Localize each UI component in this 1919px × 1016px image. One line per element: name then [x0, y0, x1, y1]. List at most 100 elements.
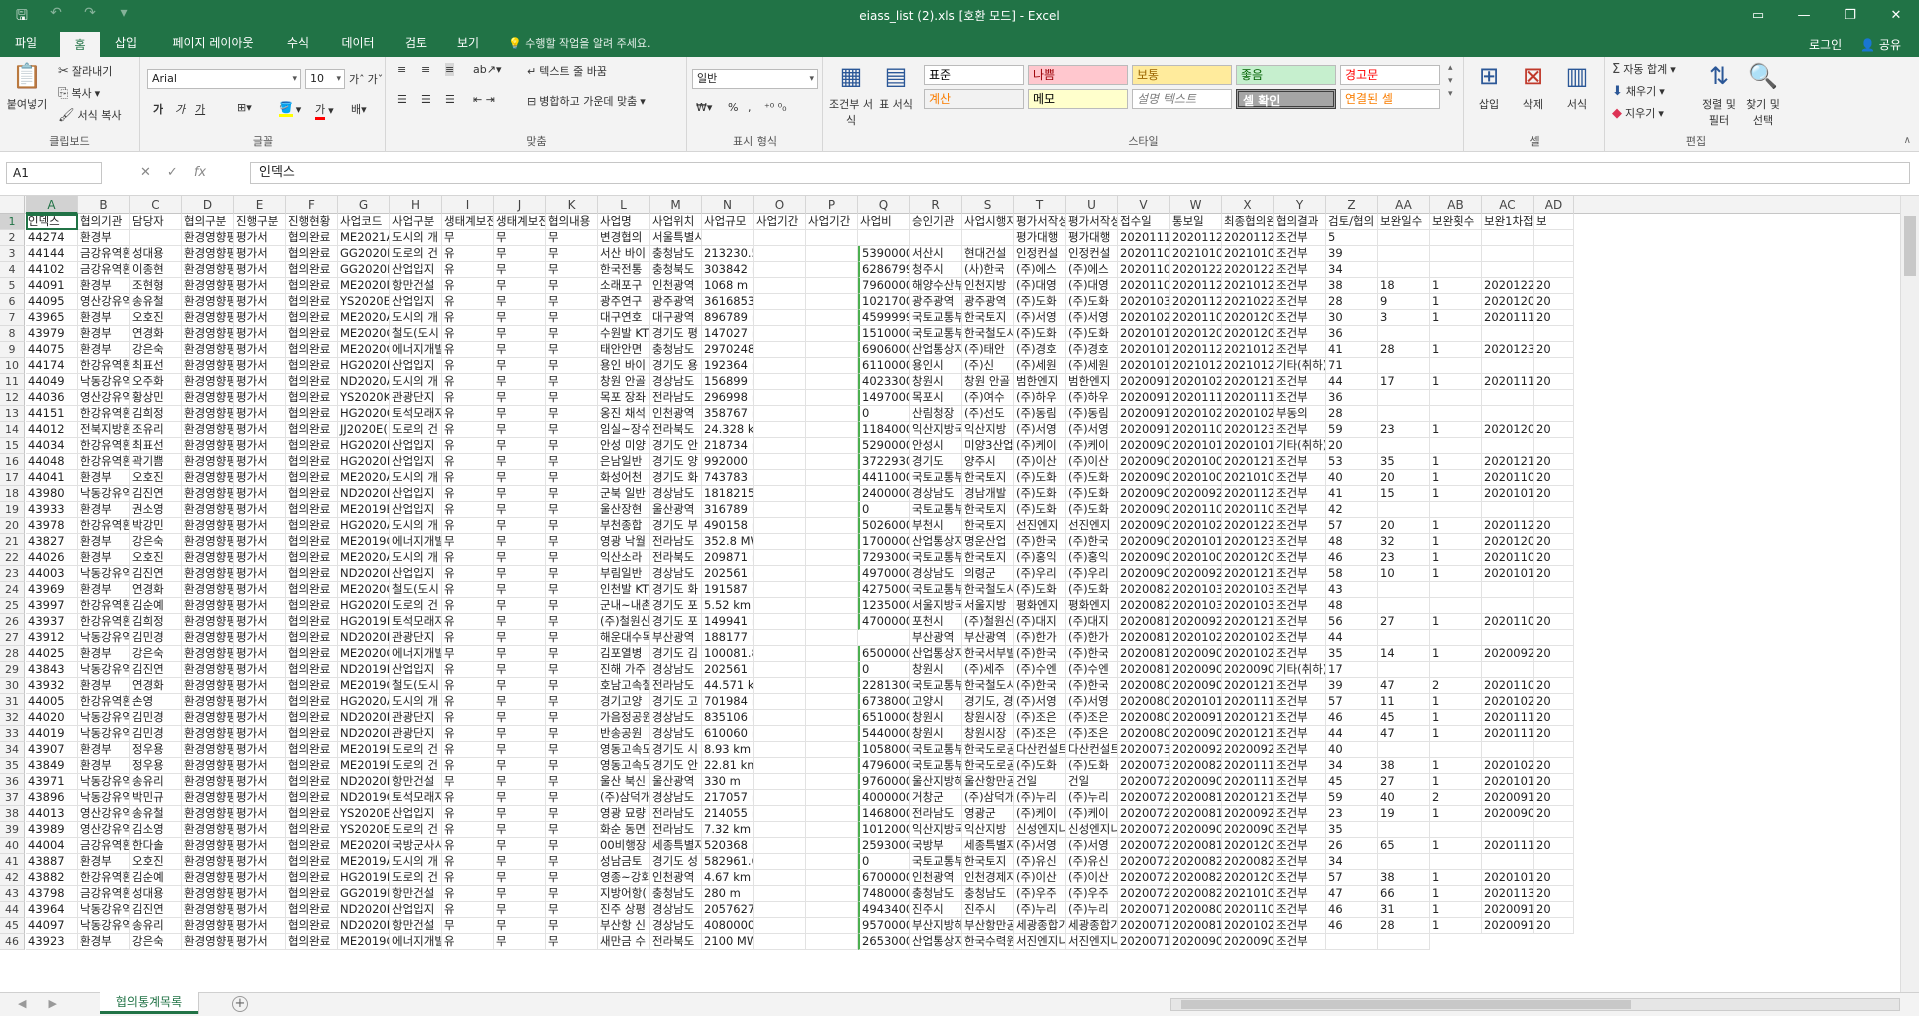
- cell[interactable]: 20: [1534, 534, 1574, 550]
- cell[interactable]: ME2020P(: [338, 838, 390, 854]
- cell[interactable]: 조건부: [1274, 870, 1326, 886]
- cell[interactable]: 20201012: [1222, 438, 1274, 454]
- cell[interactable]: 43965: [26, 310, 78, 326]
- cell[interactable]: 도로의 건: [390, 598, 442, 614]
- cell[interactable]: ME2020A(: [338, 310, 390, 326]
- cell[interactable]: [806, 758, 858, 774]
- decimal-buttons[interactable]: ⁺⁰ ⁰₀: [764, 101, 787, 114]
- cell[interactable]: 무: [494, 726, 546, 742]
- cell[interactable]: 무: [494, 870, 546, 886]
- cell[interactable]: 43907: [26, 742, 78, 758]
- cell[interactable]: 평가대행: [1014, 230, 1066, 246]
- cell[interactable]: [806, 646, 858, 662]
- column-header-m[interactable]: M: [650, 196, 702, 214]
- cell[interactable]: 금강유역환: [78, 886, 130, 902]
- cell[interactable]: 무: [442, 534, 494, 550]
- cell[interactable]: 경기도 부: [650, 518, 702, 534]
- cell[interactable]: 기타(취하): [1274, 438, 1326, 454]
- cell[interactable]: 43912: [26, 630, 78, 646]
- cell[interactable]: 무: [494, 262, 546, 278]
- enter-icon[interactable]: ✓: [167, 165, 178, 180]
- cell[interactable]: 44026: [26, 550, 78, 566]
- cell[interactable]: 무: [546, 502, 598, 518]
- cell[interactable]: 65: [1378, 838, 1430, 854]
- cell[interactable]: 무: [546, 758, 598, 774]
- cell[interactable]: 1: [1430, 870, 1482, 886]
- cell[interactable]: 유: [442, 438, 494, 454]
- cell[interactable]: 인정컨설: [1066, 246, 1118, 262]
- column-header-q[interactable]: Q: [858, 196, 910, 214]
- cell[interactable]: (주)조은: [1014, 710, 1066, 726]
- cell[interactable]: 보완일수: [1378, 214, 1430, 230]
- cell[interactable]: 환경영향평: [182, 342, 234, 358]
- cell[interactable]: 1: [1430, 806, 1482, 822]
- cell[interactable]: 20: [1378, 518, 1430, 534]
- cell[interactable]: [754, 566, 806, 582]
- cell[interactable]: 에너지개발: [390, 934, 442, 950]
- cell[interactable]: 무: [546, 358, 598, 374]
- cell[interactable]: 경상남도: [650, 918, 702, 934]
- cell[interactable]: 충청남도: [910, 886, 962, 902]
- cell[interactable]: 유: [442, 310, 494, 326]
- cell[interactable]: 유: [442, 886, 494, 902]
- cell[interactable]: 1: [1430, 550, 1482, 566]
- cell[interactable]: 20201030: [1170, 582, 1222, 598]
- cell[interactable]: 0: [858, 662, 910, 678]
- cell[interactable]: (주)대지: [1014, 614, 1066, 630]
- cell[interactable]: [1534, 742, 1574, 758]
- cell[interactable]: 20: [1534, 678, 1574, 694]
- cell[interactable]: 평가서: [234, 422, 286, 438]
- cell[interactable]: 조건부: [1274, 630, 1326, 646]
- cell[interactable]: 44048: [26, 454, 78, 470]
- cell[interactable]: 497000000: [858, 566, 910, 582]
- cell[interactable]: ME2019A(: [338, 854, 390, 870]
- cell[interactable]: 환경영향평: [182, 566, 234, 582]
- cell[interactable]: 15: [1378, 486, 1430, 502]
- cell[interactable]: 진행구분: [234, 214, 286, 230]
- cell[interactable]: 협의완료: [286, 678, 338, 694]
- cell[interactable]: 1: [1430, 294, 1482, 310]
- column-header-e[interactable]: E: [234, 196, 286, 214]
- cell[interactable]: 무: [546, 422, 598, 438]
- cell[interactable]: 경기도 안: [650, 438, 702, 454]
- cell[interactable]: [702, 230, 754, 246]
- cell[interactable]: 20200911: [1170, 710, 1222, 726]
- middle-align-button[interactable]: ≡: [421, 63, 430, 76]
- cell[interactable]: GG2020E(: [338, 246, 390, 262]
- cell[interactable]: 20201207: [1170, 326, 1222, 342]
- row-header[interactable]: 43: [0, 886, 25, 902]
- cell[interactable]: 환경영향평: [182, 246, 234, 262]
- cell[interactable]: [754, 598, 806, 614]
- cell[interactable]: 43964: [26, 902, 78, 918]
- cell[interactable]: 조건부: [1274, 806, 1326, 822]
- cell[interactable]: 20200902: [1118, 550, 1170, 566]
- cell[interactable]: 한국도로공: [962, 758, 1014, 774]
- row-header[interactable]: 18: [0, 486, 25, 502]
- cell[interactable]: 544000000: [858, 726, 910, 742]
- cell[interactable]: 유: [442, 246, 494, 262]
- cell[interactable]: 충청남도: [650, 342, 702, 358]
- cell[interactable]: 20: [1534, 886, 1574, 902]
- cell[interactable]: 무: [546, 438, 598, 454]
- cell[interactable]: 부산항만공: [962, 918, 1014, 934]
- cell[interactable]: 오호진: [130, 854, 182, 870]
- cell[interactable]: 협의완료: [286, 726, 338, 742]
- cell[interactable]: [754, 902, 806, 918]
- cell[interactable]: 1: [1430, 918, 1482, 934]
- cell[interactable]: [754, 534, 806, 550]
- cell[interactable]: 협의완료: [286, 614, 338, 630]
- cell[interactable]: 김포열병: [598, 646, 650, 662]
- cell[interactable]: 부산광역: [910, 630, 962, 646]
- cell[interactable]: 무: [494, 374, 546, 390]
- cell[interactable]: 평가서: [234, 934, 286, 950]
- cell[interactable]: 48: [1326, 534, 1378, 550]
- cell[interactable]: 11: [1378, 694, 1430, 710]
- cell[interactable]: 20200804: [1118, 694, 1170, 710]
- cell[interactable]: 도로의 건: [390, 758, 442, 774]
- cell[interactable]: 20201208: [1482, 422, 1534, 438]
- cell[interactable]: 국토교통부: [910, 854, 962, 870]
- cell[interactable]: 무: [546, 470, 598, 486]
- cell[interactable]: 20201030: [1222, 598, 1274, 614]
- cell[interactable]: GG2019D(: [338, 886, 390, 902]
- cell[interactable]: 환경영향평: [182, 406, 234, 422]
